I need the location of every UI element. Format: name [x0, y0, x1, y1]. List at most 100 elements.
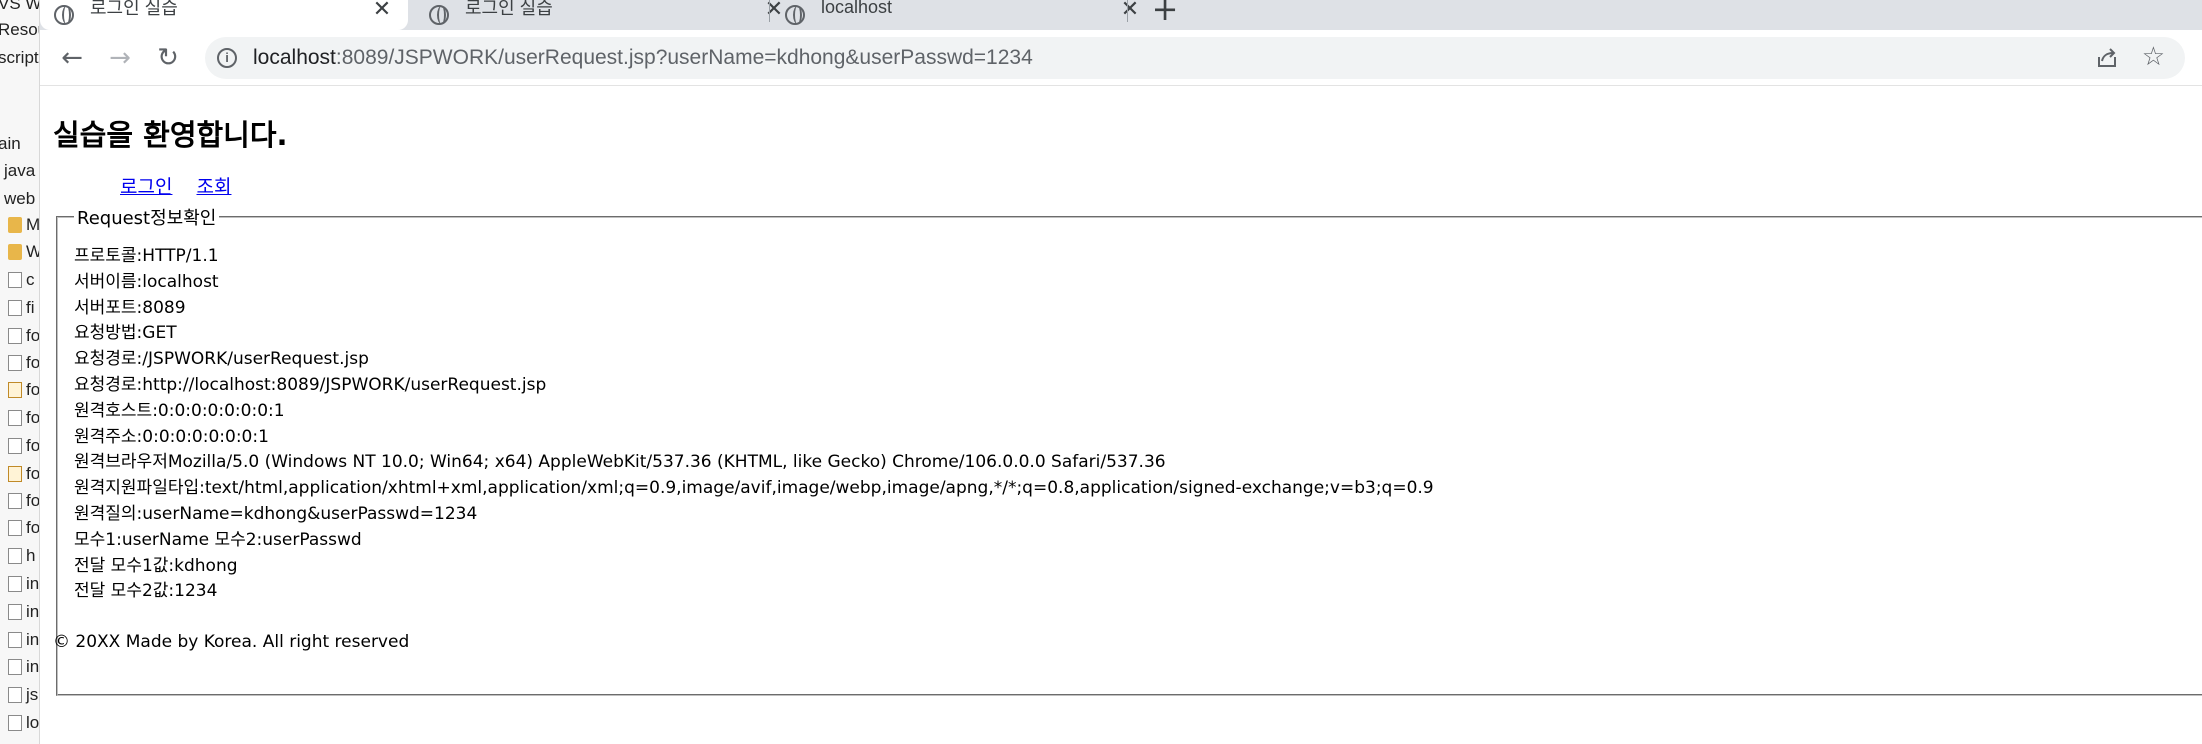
- ide-tree-item-label: fi: [26, 298, 35, 317]
- ide-tree-item[interactable]: c: [8, 270, 35, 294]
- file-icon: [8, 272, 22, 288]
- close-icon[interactable]: ✕: [370, 0, 394, 22]
- ide-tree-item[interactable]: fo: [8, 380, 40, 404]
- ide-tree-item[interactable]: fo: [8, 353, 39, 377]
- ide-tree-item[interactable]: web: [4, 189, 35, 213]
- ide-tree-item[interactable]: fo: [8, 436, 40, 460]
- ide-tree-item-label: h: [26, 546, 36, 565]
- ide-tree-item-label: java: [4, 161, 36, 180]
- page-title: 실습을 환영합니다.: [53, 118, 288, 152]
- file-icon: [8, 410, 22, 426]
- ide-tree-item[interactable]: M: [8, 215, 40, 239]
- ide-tree-item[interactable]: fi: [8, 298, 35, 322]
- ide-tree-item[interactable]: in: [8, 657, 39, 681]
- request-info-line: 전달 모수1값:kdhong: [74, 555, 238, 576]
- ide-tree-item-label: in: [26, 602, 40, 621]
- ide-tree-item[interactable]: fo: [8, 518, 40, 542]
- url-path: :8089/JSPWORK/userRequest.jsp?userName=k…: [335, 46, 1033, 69]
- request-info-line: 서버이름:localhost: [74, 271, 219, 292]
- new-tab-button[interactable]: +: [1150, 0, 1180, 25]
- login-link[interactable]: 로그인: [120, 176, 172, 198]
- globe-icon: [429, 5, 449, 25]
- file-icon: [8, 715, 22, 731]
- file-icon: [8, 355, 22, 371]
- ide-tree-item-label: fo: [26, 380, 40, 399]
- file-icon: [8, 300, 22, 316]
- ide-tree-item-label: script: [0, 48, 39, 67]
- tab-login-1[interactable]: 로그인 실습 ✕: [40, 0, 408, 30]
- ide-tree-item-label: M: [26, 215, 40, 234]
- file-icon: [8, 687, 22, 703]
- request-info-line: 요청경로:http://localhost:8089/JSPWORK/userR…: [74, 374, 547, 395]
- request-info-line: 전달 모수2값:1234: [74, 581, 218, 602]
- nav-links: 로그인 조회: [120, 172, 249, 199]
- forward-button[interactable]: →: [102, 40, 138, 76]
- request-info-fieldset: Request정보확인 프로토콜:HTTP/1.1 서버이름:localhost 서…: [56, 204, 2202, 696]
- ide-tree-item[interactable]: java: [4, 161, 35, 185]
- ide-tree-item-label: ain: [0, 134, 21, 153]
- ide-tree-item[interactable]: in: [8, 574, 39, 598]
- ide-tree-item-label: Resou: [0, 20, 39, 39]
- file-icon: [8, 576, 22, 592]
- file-icon: [8, 493, 22, 509]
- ide-tree-item-label: c: [26, 270, 35, 289]
- ide-tree-item[interactable]: lo: [8, 713, 39, 737]
- ide-tree-item-label: in: [26, 657, 40, 676]
- file-icon: [8, 328, 22, 344]
- ide-tree-item[interactable]: W: [8, 242, 39, 266]
- ide-tree-item-label: in: [26, 574, 40, 593]
- ide-tree-item[interactable]: script: [0, 48, 39, 72]
- ide-tree-item[interactable]: fo: [8, 464, 39, 488]
- file-icon: [8, 520, 22, 536]
- ide-tree-item-label: W: [26, 242, 39, 261]
- ide-project-explorer: VS W Resou script ain java web MWc fi fo fo fo fo fo…: [0, 0, 40, 744]
- site-info-icon[interactable]: i: [217, 48, 237, 68]
- share-icon[interactable]: [2095, 46, 2119, 70]
- jsp-icon: [8, 466, 22, 482]
- url-text[interactable]: localhost:8089/JSPWORK/userRequest.jsp?u…: [253, 46, 1033, 70]
- footer: © 20XX Made by Korea. All right reserved: [53, 632, 410, 652]
- ide-tree-item-label: fo: [26, 518, 40, 537]
- url-host: localhost: [253, 46, 336, 69]
- tab-localhost[interactable]: localhost ✕: [771, 0, 1156, 30]
- request-info-line: 프로토콜:HTTP/1.1: [74, 246, 219, 266]
- back-button[interactable]: ←: [54, 40, 90, 76]
- request-info-line: 원격호스트:0:0:0:0:0:0:0:1: [74, 400, 285, 421]
- jsp-icon: [8, 382, 22, 398]
- search-link[interactable]: 조회: [197, 176, 232, 198]
- ide-tree-item-label: fo: [26, 436, 40, 455]
- request-info-line: 원격지원파일타입:text/html,application/xhtml+xml…: [74, 478, 1434, 499]
- ide-tree-item[interactable]: js: [8, 685, 38, 709]
- tab-strip: 로그인 실습 ✕ 로그인 실습 ✕ localhost ✕ +: [40, 0, 2202, 30]
- request-info-line: 서버포트:8089: [74, 297, 186, 318]
- globe-icon: [54, 5, 74, 25]
- ide-tree-item-label: fo: [26, 491, 40, 510]
- ide-tree-item[interactable]: fo: [8, 408, 39, 432]
- ide-tree-item[interactable]: in: [8, 630, 39, 654]
- tab-separator: [1127, 0, 1128, 22]
- file-icon: [8, 604, 22, 620]
- ide-tree-item[interactable]: in: [8, 602, 39, 626]
- browser-window: 로그인 실습 ✕ 로그인 실습 ✕ localhost ✕ + ← → ↻ i …: [40, 0, 2202, 744]
- ide-tree-item[interactable]: h: [8, 546, 35, 570]
- tab-login-2[interactable]: 로그인 실습 ✕: [415, 0, 800, 30]
- address-bar[interactable]: i localhost:8089/JSPWORK/userRequest.jsp…: [205, 37, 2185, 79]
- request-info-line: 모수1:userName 모수2:userPasswd: [74, 529, 362, 550]
- ide-tree-item[interactable]: fo: [8, 491, 40, 515]
- file-icon: [8, 632, 22, 648]
- bookmark-star-icon[interactable]: ☆: [2142, 43, 2165, 71]
- ide-tree-item-label: fo: [26, 326, 40, 345]
- ide-tree-item[interactable]: fo: [8, 326, 40, 350]
- close-icon[interactable]: ✕: [1118, 0, 1142, 22]
- ide-tree-item[interactable]: ain: [0, 134, 21, 158]
- ide-tree-item-label: VS W: [0, 0, 40, 13]
- ide-tree-item[interactable]: VS W: [0, 0, 40, 18]
- request-info-line: 원격브라우저Mozilla/5.0 (Windows NT 10.0; Win6…: [74, 452, 1166, 473]
- tab-title: 로그인 실습: [465, 0, 553, 18]
- ide-tree-item[interactable]: Resou: [0, 20, 39, 44]
- folder-icon: [8, 244, 22, 260]
- file-icon: [8, 659, 22, 675]
- globe-icon: [785, 5, 805, 25]
- ide-tree-item-label: web: [4, 189, 36, 208]
- reload-button[interactable]: ↻: [150, 40, 186, 76]
